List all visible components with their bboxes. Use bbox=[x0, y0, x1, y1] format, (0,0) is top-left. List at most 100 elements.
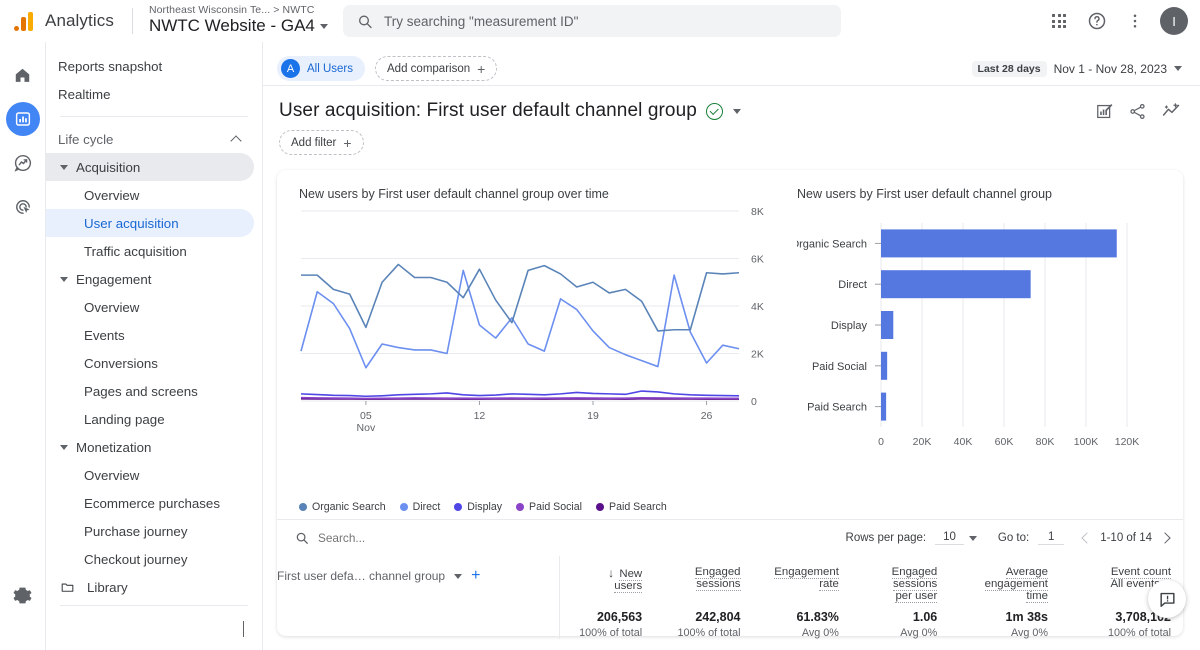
sidebar-item-checkout-journey[interactable]: Checkout journey bbox=[46, 545, 254, 573]
help-button[interactable] bbox=[1080, 4, 1114, 38]
sidebar-item-overview[interactable]: Overview bbox=[46, 461, 254, 489]
sidebar-item-landing-page[interactable]: Landing page bbox=[46, 405, 254, 433]
rail-item-advertising[interactable] bbox=[6, 190, 40, 224]
x-axis-tick-label: 12 bbox=[474, 410, 486, 422]
bar-chart[interactable]: 0 20K 40K 60K 80K 100K 120K Organic Search Direc… bbox=[791, 205, 1149, 467]
column-header-average-engagement-time[interactable]: Average engagement time bbox=[949, 556, 1060, 603]
table-search[interactable] bbox=[295, 531, 498, 545]
bar-category-label: Organic Search bbox=[797, 238, 867, 250]
legend-item-direct[interactable]: Direct bbox=[399, 501, 440, 513]
y-axis-tick-label: 2K bbox=[751, 349, 764, 361]
sidebar-item-events[interactable]: Events bbox=[46, 321, 254, 349]
x-axis-tick-label: 100K bbox=[1074, 436, 1099, 448]
column-label-line2: rate bbox=[819, 578, 839, 591]
sidebar-item-conversions[interactable]: Conversions bbox=[46, 349, 254, 377]
title-chevron-down-icon[interactable] bbox=[732, 108, 741, 114]
add-filter-button[interactable]: Add filter + bbox=[279, 130, 364, 155]
sidebar-item-monetization[interactable]: Monetization bbox=[46, 433, 254, 461]
sidebar-item-pages-and-screens[interactable]: Pages and screens bbox=[46, 377, 254, 405]
sidebar-item-label: Ecommerce purchases bbox=[84, 495, 220, 511]
legend-item-organic-search[interactable]: Organic Search bbox=[299, 501, 386, 513]
sidebar-item-overview[interactable]: Overview bbox=[46, 293, 254, 321]
line-chart-panel: New users by First user default channel … bbox=[277, 170, 771, 495]
add-dimension-button[interactable]: + bbox=[471, 568, 480, 584]
dimension-selector[interactable]: First user defa… channel group + bbox=[277, 566, 547, 584]
bar-direct[interactable] bbox=[881, 270, 1031, 299]
sidebar-item-acquisition[interactable]: Acquisition bbox=[46, 153, 254, 181]
add-comparison-label: Add comparison bbox=[387, 62, 471, 75]
goto-input[interactable]: 1 bbox=[1038, 531, 1065, 545]
bar-category-label: Paid Social bbox=[812, 361, 867, 373]
add-comparison-button[interactable]: Add comparison + bbox=[375, 56, 498, 81]
edit-chart-icon[interactable] bbox=[1095, 102, 1114, 121]
bar-paid-search[interactable] bbox=[881, 392, 887, 421]
rail-item-home[interactable] bbox=[6, 58, 40, 92]
chevron-down-icon bbox=[1174, 66, 1182, 71]
property-selector[interactable]: Northeast Wisconsin Te... > NWTC NWTC Webs… bbox=[149, 5, 328, 35]
share-icon[interactable] bbox=[1128, 102, 1147, 121]
bar-organic-search[interactable] bbox=[881, 229, 1117, 258]
total-engaged-sessions-per-user: 1.06 Avg 0% bbox=[851, 602, 949, 639]
line-series-paid-social bbox=[300, 396, 740, 400]
expander-triangle-icon[interactable] bbox=[60, 276, 68, 282]
collapse-menu-button[interactable] bbox=[243, 621, 244, 637]
sidebar-item-realtime[interactable]: Realtime bbox=[46, 80, 254, 108]
legend-item-paid-search[interactable]: Paid Search bbox=[596, 501, 667, 513]
sidebar-item-reports-snapshot[interactable]: Reports snapshot bbox=[46, 52, 254, 80]
column-header-engaged-sessions-per-user[interactable]: Engaged sessions per user bbox=[851, 556, 949, 603]
legend-item-display[interactable]: Display bbox=[454, 501, 502, 513]
column-header-engaged-sessions[interactable]: Engaged sessions bbox=[654, 556, 752, 602]
next-page-button[interactable] bbox=[1159, 532, 1171, 544]
sidebar-item-user-acquisition[interactable]: User acquisition bbox=[46, 209, 254, 237]
page-range-label: 1-10 of 14 bbox=[1100, 532, 1152, 544]
nav-group-life-cycle[interactable]: Life cycle bbox=[46, 125, 254, 153]
sidebar-item-label: Engagement bbox=[76, 271, 152, 287]
global-search[interactable] bbox=[343, 5, 841, 37]
avatar[interactable]: I bbox=[1160, 7, 1188, 35]
chevron-down-icon[interactable] bbox=[968, 535, 977, 541]
expander-triangle-icon[interactable] bbox=[60, 164, 68, 170]
total-value: 1.06 bbox=[912, 610, 938, 624]
apps-grid-button[interactable] bbox=[1042, 4, 1076, 38]
rail-item-admin[interactable] bbox=[6, 578, 40, 612]
feedback-button[interactable] bbox=[1148, 580, 1186, 618]
line-series-organic-search bbox=[301, 263, 740, 332]
more-options-button[interactable] bbox=[1118, 4, 1152, 38]
sidebar-item-engagement[interactable]: Engagement bbox=[46, 265, 254, 293]
breadcrumb-account: Northeast Wisconsin Te... bbox=[148, 4, 271, 17]
line-chart[interactable]: 0 2K 4K 6K 8K 05Nov 12 19 26 bbox=[299, 205, 769, 455]
legend-color-dot bbox=[454, 503, 463, 511]
column-header-new-users[interactable]: ↓ New users bbox=[560, 556, 654, 602]
bar-paid-social[interactable] bbox=[881, 351, 888, 380]
prev-page-button[interactable] bbox=[1081, 532, 1093, 544]
sidebar-item-purchase-journey[interactable]: Purchase journey bbox=[46, 517, 254, 545]
rail-item-explore[interactable] bbox=[6, 146, 40, 180]
sidebar-item-label: Acquisition bbox=[76, 159, 141, 175]
table-header-row: First user defa… channel group + ↓ New u… bbox=[277, 556, 1183, 603]
sidebar-item-library[interactable]: Library bbox=[46, 573, 254, 601]
expander-triangle-icon[interactable] bbox=[60, 444, 68, 450]
rail-item-reports[interactable] bbox=[5, 102, 40, 136]
more-vert-icon bbox=[1133, 14, 1137, 28]
x-axis-tick-label: 26 bbox=[701, 410, 713, 422]
legend-label: Display bbox=[467, 501, 503, 513]
date-range-picker[interactable]: Last 28 days Nov 1 - Nov 28, 2023 bbox=[971, 60, 1182, 77]
segment-chip-all-users[interactable]: A All Users bbox=[277, 56, 366, 81]
search-input[interactable] bbox=[384, 13, 827, 29]
table-search-input[interactable] bbox=[318, 531, 498, 545]
gear-icon bbox=[13, 587, 32, 603]
rows-per-page-select[interactable]: 10 bbox=[935, 531, 964, 545]
goto-label: Go to: bbox=[997, 532, 1030, 544]
insights-icon[interactable] bbox=[1161, 101, 1182, 122]
x-axis-tick-label: 40K bbox=[954, 436, 973, 448]
chevron-down-icon[interactable] bbox=[454, 573, 463, 579]
sidebar-item-ecommerce-purchases[interactable]: Ecommerce purchases bbox=[46, 489, 254, 517]
column-header-engagement-rate[interactable]: Engagement rate bbox=[753, 556, 851, 602]
total-value: 61.83% bbox=[796, 610, 839, 624]
sidebar-item-overview[interactable]: Overview bbox=[46, 181, 254, 209]
bar-display[interactable] bbox=[881, 311, 894, 339]
sidebar-item-label: Landing page bbox=[84, 411, 165, 427]
legend-item-paid-social[interactable]: Paid Social bbox=[516, 501, 582, 513]
add-filter-label: Add filter bbox=[291, 136, 337, 149]
sidebar-item-traffic-acquisition[interactable]: Traffic acquisition bbox=[46, 237, 254, 265]
